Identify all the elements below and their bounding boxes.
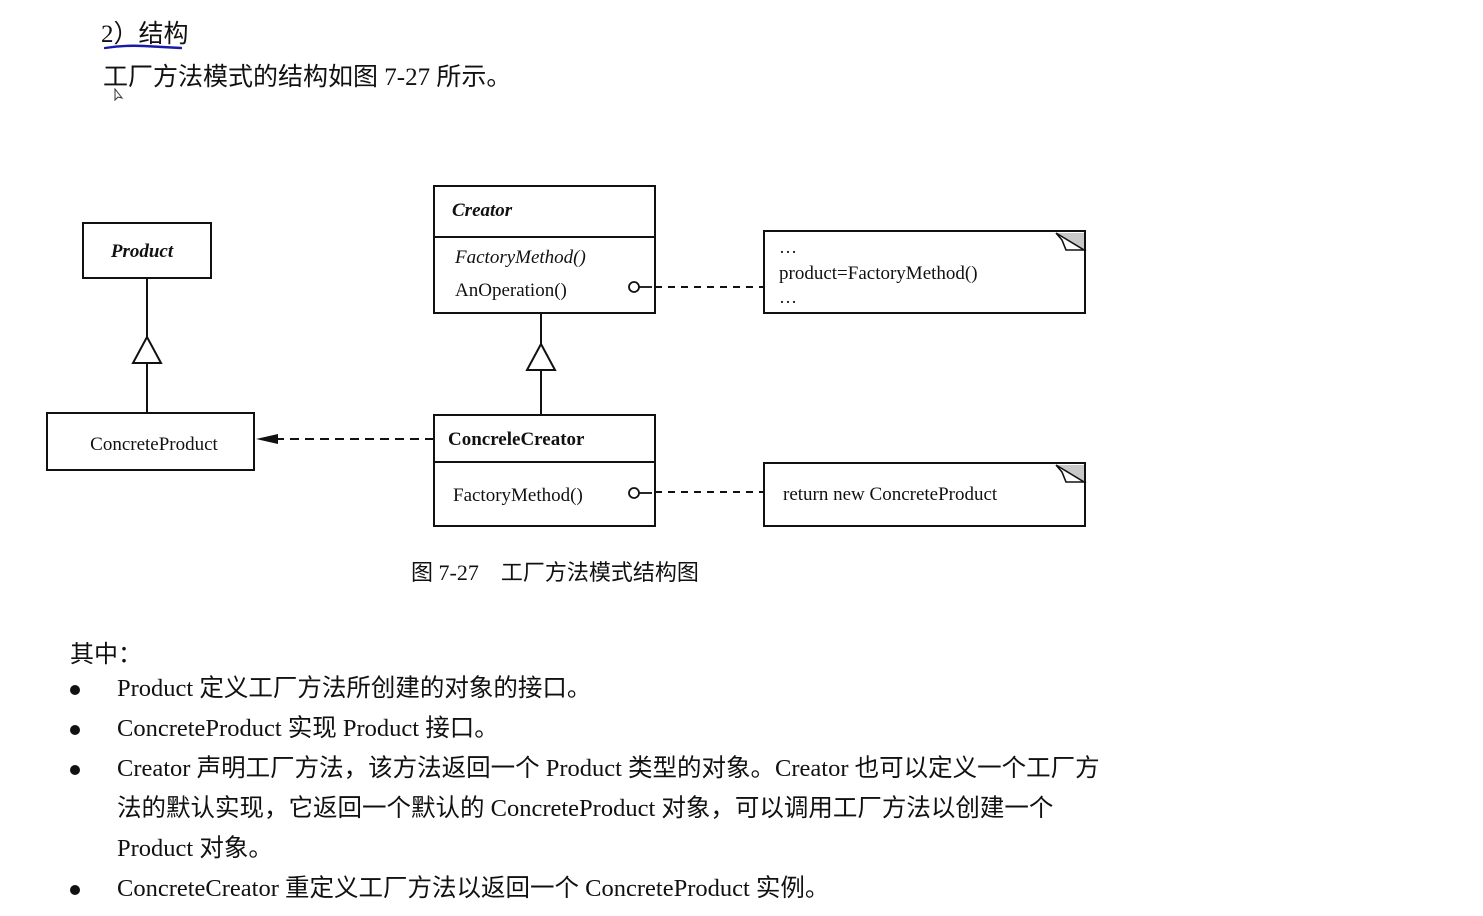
class-concrete-product: ConcreteProduct xyxy=(46,412,255,471)
class-product: Product xyxy=(82,222,212,279)
class-product-name: Product xyxy=(110,241,174,262)
note-line: return new ConcreteProduct xyxy=(783,484,998,505)
bullet-icon xyxy=(70,885,80,895)
class-concrete-product-name: ConcreteProduct xyxy=(90,434,218,455)
class-concrete-creator-name: ConcreleCreator xyxy=(448,429,585,450)
list-item: Creator 声明工厂方法，该方法返回一个 Product 类型的对象。Cre… xyxy=(117,755,1100,862)
note-line: product=FactoryMethod() xyxy=(779,263,978,284)
note-anchor-icon xyxy=(628,281,640,293)
list-item: ConcreteProduct 实现 Product 接口。 xyxy=(117,715,499,742)
inheritance-product xyxy=(131,278,163,413)
bullet-icon xyxy=(70,765,80,775)
creator-method-anoperation: AnOperation() xyxy=(455,280,567,301)
note-creator: … product=FactoryMethod() … xyxy=(763,230,1087,314)
note-line: … xyxy=(779,287,797,307)
list-intro: 其中： xyxy=(70,642,142,668)
figure-caption: 图 7-27 工厂方法模式结构图 xyxy=(411,560,699,585)
creator-method-factory: FactoryMethod() xyxy=(454,247,586,268)
inheritance-arrow-icon xyxy=(131,334,163,364)
bullet-icon xyxy=(70,725,80,735)
class-concrete-creator: ConcreleCreator FactoryMethod() xyxy=(433,414,656,527)
class-creator: Creator FactoryMethod() AnOperation() xyxy=(433,185,656,314)
class-creator-name: Creator xyxy=(452,200,513,221)
list-item: Product 定义工厂方法所创建的对象的接口。 xyxy=(117,675,592,702)
inheritance-creator xyxy=(525,313,557,415)
arrowhead-icon xyxy=(256,434,278,444)
inheritance-arrow-icon xyxy=(525,341,557,371)
note-concrete-creator: return new ConcreteProduct xyxy=(763,462,1087,527)
note-line: … xyxy=(779,237,797,257)
bullet-icon xyxy=(70,685,80,695)
dependency-creates xyxy=(256,434,434,444)
list-item: ConcreteCreator 重定义工厂方法以返回一个 ConcretePro… xyxy=(117,875,830,902)
concrete-creator-method-factory: FactoryMethod() xyxy=(453,485,583,506)
note-anchor-icon xyxy=(628,487,640,499)
